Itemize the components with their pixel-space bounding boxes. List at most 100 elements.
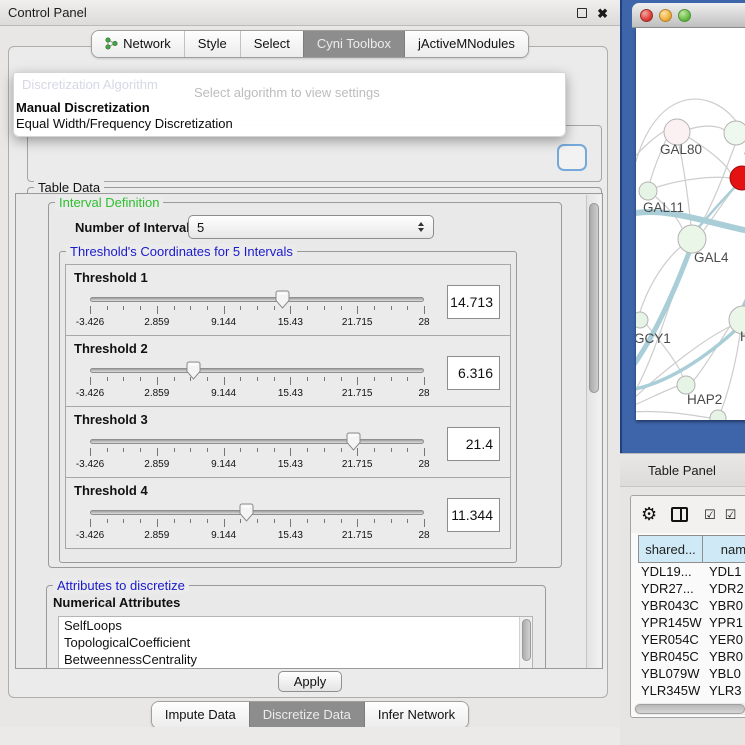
columns-icon[interactable]: [671, 507, 688, 522]
threshold-value-field[interactable]: 6.316: [447, 356, 500, 390]
network-node[interactable]: [678, 225, 706, 253]
threshold-value-field[interactable]: 11.344: [447, 498, 500, 532]
interval-definition-group: Interval Definition Number of Intervals …: [48, 202, 562, 568]
table-row[interactable]: YLR345W YLR3: [638, 683, 745, 700]
close-icon[interactable]: ✖: [597, 7, 608, 20]
threshold-panel: Threshold 4 -3.4262.8599.14415.4321.7152…: [65, 477, 511, 549]
node-label: GAL80: [660, 142, 702, 157]
threshold-panel: Threshold 2 -3.4262.8599.14415.4321.7152…: [65, 335, 511, 407]
slider-ticks: [90, 448, 424, 457]
threshold-label: Threshold 1: [74, 270, 148, 285]
network-node[interactable]: [636, 312, 648, 328]
tick-label: -3.426: [76, 530, 104, 541]
bottom-tab-infer-network[interactable]: Infer Network: [364, 702, 468, 728]
node-label: HAP2: [687, 392, 722, 407]
slider-track[interactable]: [90, 368, 424, 373]
network-edge[interactable]: [721, 334, 740, 411]
tab-jactivemnodules[interactable]: jActiveMNodules: [404, 31, 528, 57]
slider-track[interactable]: [90, 297, 424, 302]
checkbox-icon-1[interactable]: ☑: [704, 507, 716, 523]
number-of-intervals-value: 5: [189, 220, 414, 235]
slider-track[interactable]: [90, 439, 424, 444]
tab-style[interactable]: Style: [184, 31, 240, 57]
attributes-scrollbar[interactable]: [519, 617, 532, 669]
minimize-traffic-light[interactable]: [659, 9, 672, 22]
slider-tick-labels: -3.4262.8599.14415.4321.71528: [90, 388, 424, 400]
table-row[interactable]: YBR043C YBR0: [638, 598, 745, 615]
cyni-toolbox-panel: Table Data galFiltered.sif default node …: [8, 46, 608, 698]
threshold-slider[interactable]: -3.4262.8599.14415.4321.71528: [90, 502, 424, 548]
slider-ticks: [90, 519, 424, 528]
tick-label: 2.859: [144, 388, 169, 399]
numerical-attributes-list[interactable]: SelfLoopsTopologicalCoefficientBetweenne…: [58, 616, 533, 669]
attribute-list-item[interactable]: SelfLoops: [59, 617, 532, 634]
attributes-group-label: Attributes to discretize: [53, 578, 189, 593]
threshold-value-field[interactable]: 21.4: [447, 427, 500, 461]
algorithm-dropdown-popup: Discretization Algorithm Select algorith…: [13, 72, 566, 137]
tick-label: 21.715: [342, 388, 373, 399]
algorithm-menu-item[interactable]: Manual Discretization: [16, 100, 567, 116]
right-pane: GAL80GACGAL11GAL4GCY1HHAP2 Table Panel ⚙…: [620, 0, 745, 745]
threshold-value-field[interactable]: 14.713: [447, 285, 500, 319]
network-edge[interactable]: [636, 411, 710, 418]
control-panel: Control Panel ✖ Network Style Select Cyn…: [0, 0, 620, 745]
number-of-intervals-spinner[interactable]: 5: [188, 215, 434, 239]
tick-label: 15.43: [278, 317, 303, 328]
table-hscrollbar[interactable]: [634, 703, 745, 715]
table-row[interactable]: YBL079W YBL0: [638, 666, 745, 683]
table-row[interactable]: YER054C YER0: [638, 632, 745, 649]
column-header-name[interactable]: name: [702, 535, 745, 563]
algorithm-menu-item[interactable]: Equal Width/Frequency Discretization: [16, 116, 567, 132]
slider-tick-labels: -3.4262.8599.14415.4321.71528: [90, 459, 424, 471]
spinner-arrows-icon: [414, 222, 428, 232]
table-row[interactable]: YPR145W YPR1: [638, 615, 745, 632]
attribute-list-item[interactable]: TopologicalCoefficient: [59, 634, 532, 651]
checkbox-icon-2[interactable]: ☑: [725, 507, 737, 523]
float-window-icon[interactable]: [577, 8, 587, 18]
threshold-slider[interactable]: -3.4262.8599.14415.4321.71528: [90, 289, 424, 335]
column-header-shared[interactable]: shared...: [638, 535, 703, 563]
tick-label: 28: [418, 388, 429, 399]
gear-icon[interactable]: ⚙: [641, 504, 657, 525]
ghost-group-label: Discretization Algorithm: [22, 77, 158, 92]
node-table: ⚙ ☑ ☑ shared... name YDL19... YDL1 YDR27…: [630, 495, 745, 718]
table-row[interactable]: YDR27... YDR2: [638, 581, 745, 598]
tick-label: -3.426: [76, 388, 104, 399]
tab-network[interactable]: Network: [92, 31, 184, 57]
tick-label: 21.715: [342, 317, 373, 328]
bottom-tab-discretize-data[interactable]: Discretize Data: [249, 702, 364, 728]
top-tab-bar: Network Style Select Cyni Toolbox jActiv…: [0, 30, 620, 58]
tick-label: 9.144: [211, 459, 236, 470]
apply-button[interactable]: Apply: [278, 671, 342, 692]
network-edge[interactable]: [694, 326, 730, 380]
network-icon: [105, 37, 118, 50]
tab-cyni-toolbox[interactable]: Cyni Toolbox: [303, 31, 404, 57]
tab-select[interactable]: Select: [240, 31, 303, 57]
network-node[interactable]: [730, 166, 745, 190]
table-row[interactable]: YBR045C YBR0: [638, 649, 745, 666]
bottom-tab-impute-data[interactable]: Impute Data: [152, 702, 249, 728]
tick-label: 28: [418, 530, 429, 541]
network-edge[interactable]: [690, 126, 725, 131]
slider-track[interactable]: [90, 510, 424, 515]
network-canvas[interactable]: GAL80GACGAL11GAL4GCY1HHAP2: [636, 28, 745, 420]
network-node[interactable]: [710, 410, 726, 420]
network-node[interactable]: [724, 121, 745, 145]
threshold-coordinates-group: Threshold's Coordinates for 5 Intervals …: [59, 251, 517, 563]
close-traffic-light[interactable]: [640, 9, 653, 22]
network-edge[interactable]: [636, 242, 693, 370]
tick-label: 9.144: [211, 388, 236, 399]
zoom-traffic-light[interactable]: [678, 9, 691, 22]
threshold-label: Threshold 3: [74, 412, 148, 427]
table-row[interactable]: YDL19... YDL1: [638, 564, 745, 581]
settings-scrollbar[interactable]: [586, 195, 601, 669]
panel-title: Control Panel: [8, 5, 87, 20]
threshold-slider[interactable]: -3.4262.8599.14415.4321.71528: [90, 360, 424, 406]
network-node[interactable]: [639, 182, 657, 200]
table-header-row: shared... name: [638, 535, 745, 563]
attribute-list-item[interactable]: BetweennessCentrality: [59, 651, 532, 668]
threshold-slider[interactable]: -3.4262.8599.14415.4321.71528: [90, 431, 424, 477]
algorithm-combo-focus[interactable]: [557, 144, 587, 171]
number-of-intervals-label: Number of Intervals: [75, 220, 197, 235]
node-label: GAL4: [694, 250, 729, 265]
